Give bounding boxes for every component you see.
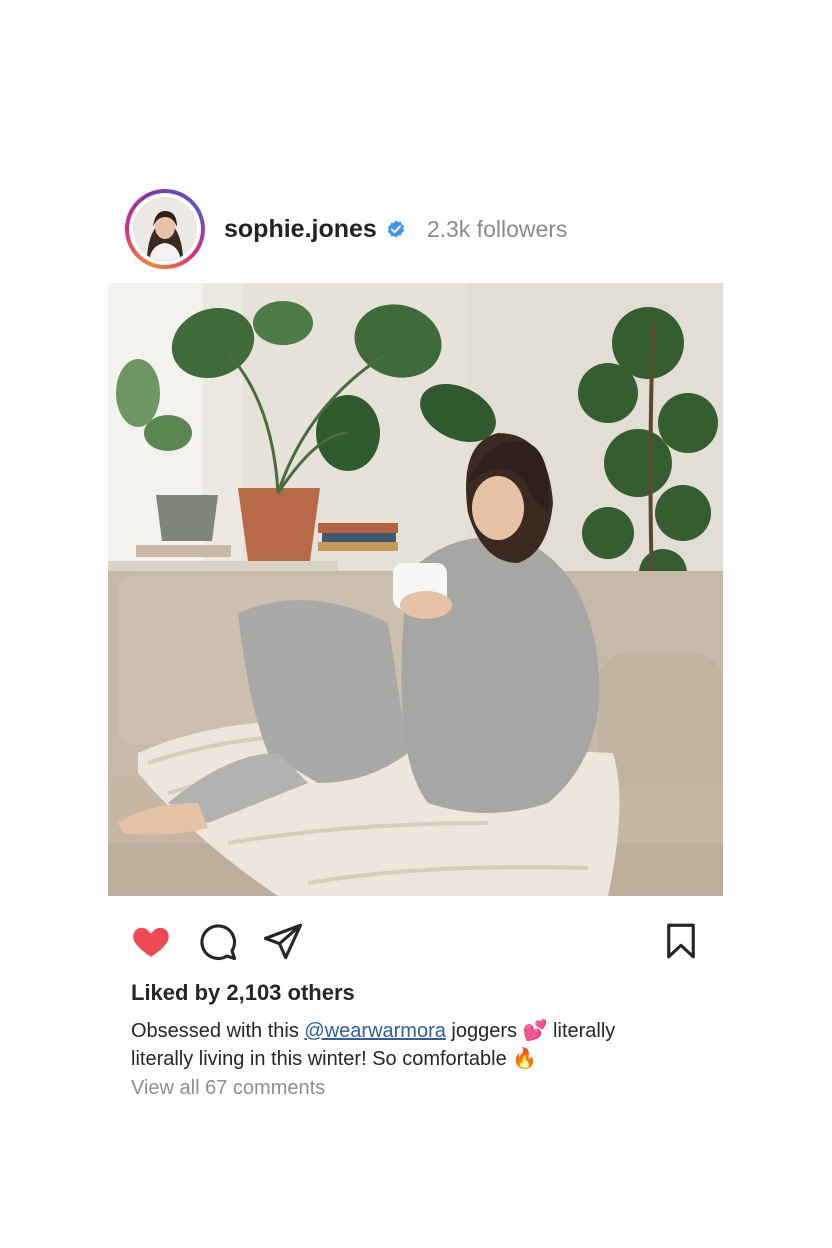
caption-text: literally living in this winter! So comf… [131,1048,513,1070]
caption-text: joggers [445,1020,523,1042]
post-photo[interactable] [108,283,723,896]
avatar[interactable] [133,197,197,261]
post-caption: Obsessed with this @wearwarmora joggers … [131,1017,711,1073]
comment-button[interactable] [196,920,238,962]
brand-mention-link[interactable]: @wearwarmora [304,1020,445,1042]
like-button[interactable] [130,920,172,962]
bookmark-button[interactable] [660,920,702,962]
avatar-story-ring[interactable] [125,189,205,269]
caption-text: literally [547,1020,616,1042]
share-icon [263,923,303,960]
heart-icon [133,927,169,957]
share-button[interactable] [262,920,304,962]
follower-count: 2.3k followers [426,215,568,242]
avatar-portrait [133,197,197,261]
photo-illustration [108,283,723,896]
view-comments-link[interactable]: View all 67 comments [131,1077,325,1100]
heart-emoji: 💕 [522,1020,548,1042]
bookmark-icon [667,923,695,959]
post-header: sophie.jones 2.3k followers [125,188,567,270]
verified-badge-icon [385,218,407,240]
likes-count[interactable]: Liked by 2,103 others [131,980,355,1006]
username[interactable]: sophie.jones [224,215,377,244]
comment-icon [200,924,237,961]
fire-emoji: 🔥 [512,1048,538,1070]
instagram-post: sophie.jones 2.3k followers Liked by 2,1… [0,0,832,1248]
action-bar [108,916,723,966]
caption-text: Obsessed with this [131,1020,305,1042]
